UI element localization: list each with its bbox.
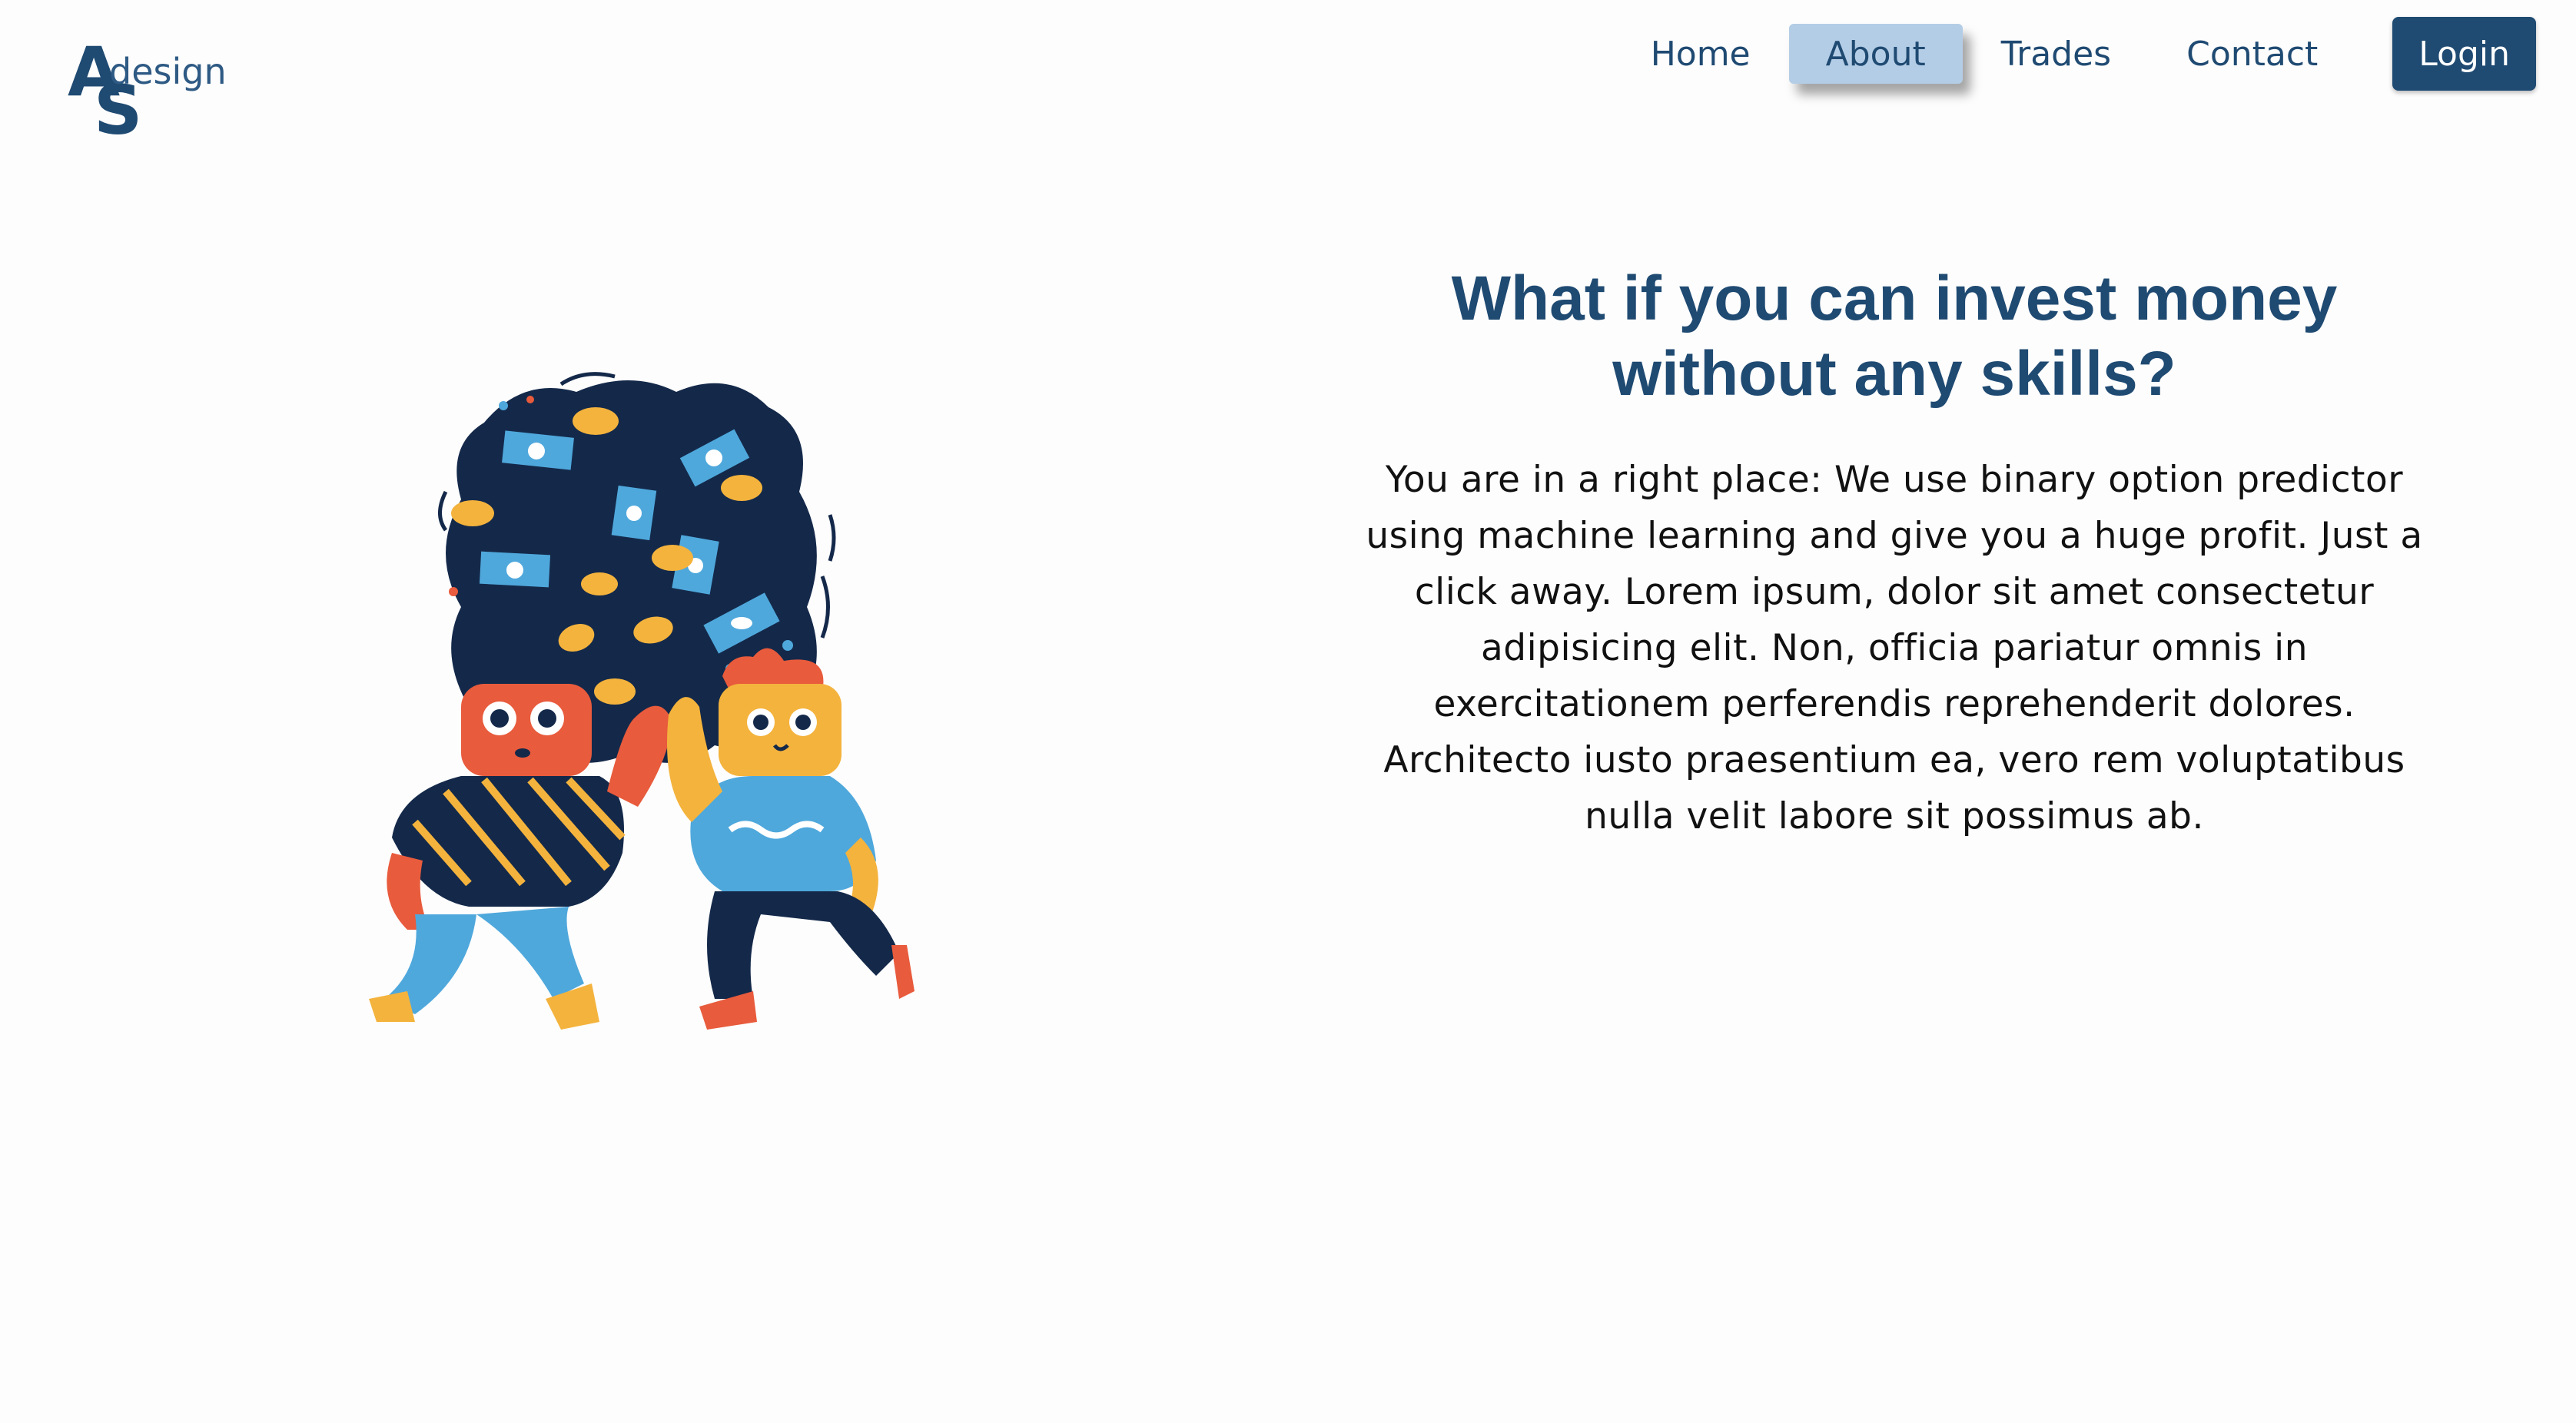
login-button[interactable]: Login — [2392, 17, 2536, 91]
hero-title-line1: What if you can invest money — [1451, 264, 2338, 333]
nav-home[interactable]: Home — [1614, 24, 1788, 84]
nav-trades[interactable]: Trades — [1964, 24, 2148, 84]
hero-title-line2: without any skills? — [1612, 339, 2176, 409]
main-nav: Home About Trades Contact Login — [1613, 17, 2536, 91]
logo-word: design — [109, 51, 227, 92]
nav-contact[interactable]: Contact — [2149, 24, 2355, 84]
site-logo[interactable]: A S design — [65, 38, 227, 144]
hero-text: What if you can invest money without any… — [1337, 261, 2452, 844]
hero-title: What if you can invest money without any… — [1337, 261, 2452, 412]
hero-illustration — [369, 361, 984, 1053]
hero-description: You are in a right place: We use binary … — [1366, 459, 2423, 838]
high-five-illustration — [369, 372, 915, 1030]
nav-about[interactable]: About — [1788, 24, 1963, 84]
